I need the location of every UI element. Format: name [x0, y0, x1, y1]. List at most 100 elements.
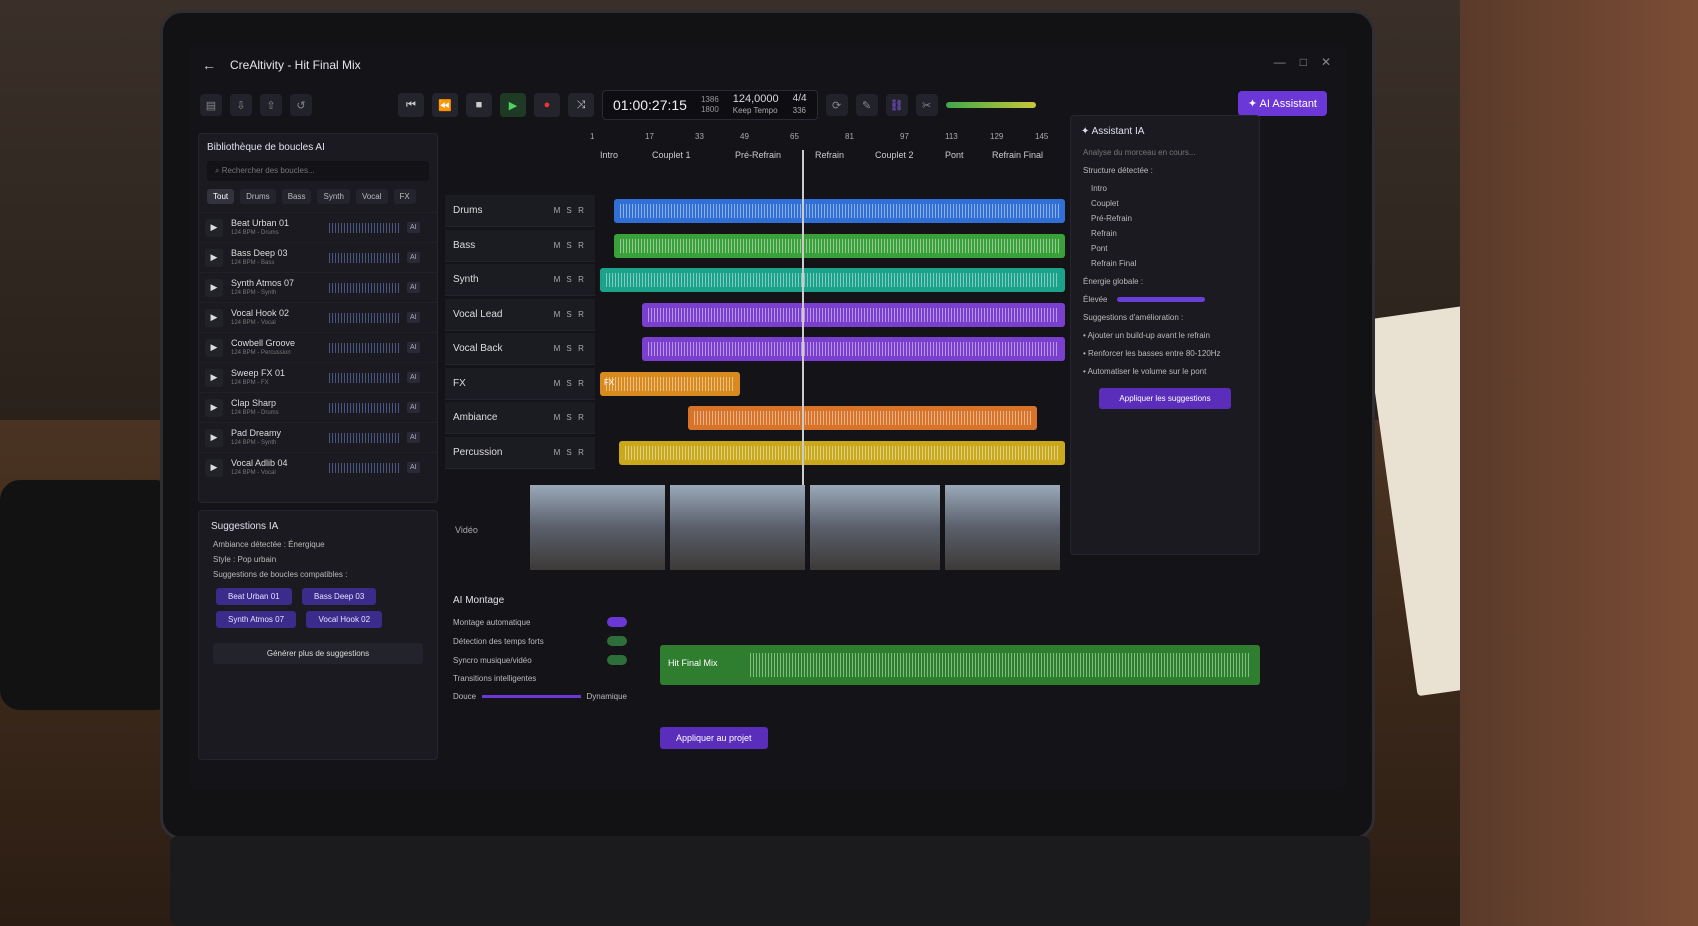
master-track-clip[interactable]: Hit Final Mix — [660, 645, 1260, 685]
loop-item[interactable]: ▶ Sweep FX 01 124 BPM - FX AI — [199, 362, 437, 392]
play-icon[interactable]: ▶ — [205, 218, 223, 237]
audio-clip[interactable] — [600, 268, 1065, 292]
play-icon[interactable]: ▶ — [205, 428, 223, 447]
audio-clip[interactable] — [613, 199, 1065, 223]
master-level-meter[interactable] — [945, 102, 1036, 108]
track-record-button[interactable]: R — [575, 413, 587, 422]
track-header[interactable]: Drums M S R — [445, 195, 595, 227]
filter-drums[interactable]: Drums — [240, 189, 276, 204]
brush-icon[interactable]: ✎ — [855, 94, 878, 116]
track-header[interactable]: Vocal Lead M S R — [445, 298, 595, 331]
filter-fx[interactable]: FX — [393, 189, 416, 204]
auto-montage-toggle[interactable] — [607, 617, 627, 627]
track-mute-button[interactable]: M — [551, 310, 563, 319]
track-record-button[interactable]: R — [575, 344, 587, 353]
track-record-button[interactable]: R — [575, 275, 587, 284]
play-icon[interactable]: ▶ — [205, 338, 223, 357]
back-icon[interactable]: ⏪ — [432, 93, 458, 117]
audio-clip[interactable] — [641, 302, 1065, 327]
stop-icon[interactable]: ■ — [466, 93, 492, 117]
track-header[interactable]: FX M S R — [445, 367, 595, 400]
maximize-icon[interactable]: □ — [1300, 55, 1307, 69]
link-icon[interactable]: ⛓ — [885, 94, 908, 116]
track-mute-button[interactable]: M — [551, 206, 563, 215]
track-solo-button[interactable]: S — [563, 379, 575, 388]
track-header[interactable]: Percussion M S R — [445, 436, 595, 469]
back-arrow-icon[interactable]: ← — [202, 57, 216, 73]
track-solo-button[interactable]: S — [563, 241, 575, 250]
transition-slider[interactable]: Douce Dynamique — [453, 692, 627, 701]
track-mute-button[interactable]: M — [551, 413, 563, 422]
track-record-button[interactable]: R — [575, 206, 587, 215]
track-record-button[interactable]: R — [575, 241, 587, 250]
record-icon[interactable]: ● — [534, 93, 560, 117]
play-icon[interactable]: ▶ — [205, 308, 223, 327]
play-icon[interactable]: ▶ — [205, 248, 223, 267]
track-record-button[interactable]: R — [575, 448, 587, 457]
track-mute-button[interactable]: M — [551, 448, 563, 457]
generate-suggestions-button[interactable]: Générer plus de suggestions — [213, 643, 423, 664]
play-icon[interactable]: ▶ — [205, 278, 223, 297]
suggestion-chip[interactable]: Bass Deep 03 — [302, 588, 377, 605]
video-thumbnail[interactable] — [810, 485, 940, 570]
loop-item[interactable]: ▶ Bass Deep 03 124 BPM - Bass AI — [199, 242, 437, 272]
track-solo-button[interactable]: S — [563, 413, 575, 422]
export-icon[interactable]: ⇧ — [260, 94, 282, 116]
track-header[interactable]: Ambiance M S R — [445, 402, 595, 434]
cycle-icon[interactable]: ⟳ — [825, 94, 848, 116]
suggestion-chip[interactable]: Beat Urban 01 — [216, 588, 292, 605]
loop-search-input[interactable]: ⌕ Rechercher des boucles... — [207, 161, 429, 181]
play-icon[interactable]: ▶ — [500, 93, 526, 117]
loop-item[interactable]: ▶ Pad Dreamy 124 BPM - Synth AI — [199, 422, 437, 452]
audio-clip[interactable] — [618, 440, 1065, 465]
video-thumbnail[interactable] — [670, 485, 805, 570]
track-solo-button[interactable]: S — [563, 275, 575, 284]
track-header[interactable]: Vocal Back M S R — [445, 333, 595, 365]
close-icon[interactable]: ✕ — [1321, 55, 1331, 69]
playhead[interactable] — [802, 150, 804, 520]
track-solo-button[interactable]: S — [563, 310, 575, 319]
track-solo-button[interactable]: S — [563, 344, 575, 353]
track-header[interactable]: Synth M S R — [445, 264, 595, 296]
track-mute-button[interactable]: M — [551, 241, 563, 250]
apply-to-project-button[interactable]: Appliquer au projet — [660, 727, 768, 749]
loop-item[interactable]: ▶ Clap Sharp 124 BPM - Drums AI — [199, 392, 437, 422]
track-record-button[interactable]: R — [575, 310, 587, 319]
timeline-ruler[interactable]: 1 17 33 49 65 81 97 113 129 145 Intro Co… — [590, 130, 1050, 160]
scissors-icon[interactable]: ✂ — [915, 94, 938, 116]
undo-icon[interactable]: ↺ — [290, 94, 312, 116]
audio-clip[interactable] — [688, 406, 1038, 430]
track-record-button[interactable]: R — [575, 379, 587, 388]
ai-assistant-button[interactable]: ✦ AI Assistant — [1237, 91, 1327, 116]
track-mute-button[interactable]: M — [551, 275, 563, 284]
loop-item[interactable]: ▶ Beat Urban 01 124 BPM - Drums AI — [199, 212, 437, 242]
beat-detection-toggle[interactable] — [607, 636, 627, 646]
filter-synth[interactable]: Synth — [317, 189, 350, 204]
track-solo-button[interactable]: S — [563, 448, 575, 457]
track-header[interactable]: Bass M S R — [445, 229, 595, 262]
track-solo-button[interactable]: S — [563, 206, 575, 215]
loop-item[interactable]: ▶ Synth Atmos 07 124 BPM - Synth AI — [199, 272, 437, 302]
track-mute-button[interactable]: M — [551, 379, 563, 388]
sync-toggle[interactable] — [607, 655, 627, 665]
loop-item[interactable]: ▶ Cowbell Groove 124 BPM - Percussion AI — [199, 332, 437, 362]
video-thumbnail[interactable] — [530, 485, 665, 570]
apply-suggestions-button[interactable]: Appliquer les suggestions — [1099, 388, 1231, 409]
play-icon[interactable]: ▶ — [205, 398, 223, 417]
filter-vocal[interactable]: Vocal — [355, 189, 388, 204]
audio-clip[interactable] — [641, 337, 1065, 361]
filter-bass[interactable]: Bass — [281, 189, 312, 204]
minimize-icon[interactable]: — — [1274, 55, 1286, 69]
video-thumbnail[interactable] — [945, 485, 1060, 570]
audio-clip[interactable] — [613, 233, 1065, 258]
suggestion-chip[interactable]: Synth Atmos 07 — [216, 611, 297, 628]
suggestion-chip[interactable]: Vocal Hook 02 — [306, 611, 383, 628]
import-icon[interactable]: ⇩ — [230, 94, 252, 116]
loop-icon[interactable]: ⤨ — [568, 93, 594, 117]
file-icon[interactable]: ▤ — [200, 94, 222, 116]
slider-track[interactable] — [482, 695, 581, 698]
track-mute-button[interactable]: M — [551, 344, 563, 353]
play-icon[interactable]: ▶ — [205, 458, 223, 477]
loop-item[interactable]: ▶ Vocal Adlib 04 124 BPM - Vocal AI — [199, 452, 437, 482]
audio-clip[interactable]: FX — [600, 371, 740, 396]
